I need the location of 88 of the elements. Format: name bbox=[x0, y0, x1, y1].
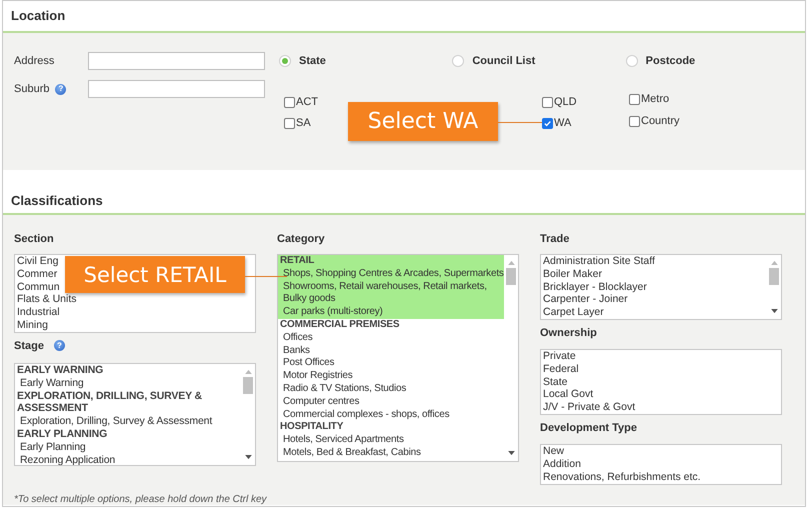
checkbox-label: ACT bbox=[296, 96, 318, 108]
list-option[interactable]: Federal bbox=[541, 362, 781, 376]
callout-label: Select RETAIL bbox=[65, 256, 245, 293]
leader-line bbox=[245, 276, 287, 277]
list-option[interactable]: EXPLORATION, DRILLING, SURVEY & ASSESSMENT bbox=[15, 390, 242, 416]
scrollbar-thumb[interactable] bbox=[769, 268, 779, 285]
list-option[interactable]: Motels, Bed & Breakfast, Cabins bbox=[278, 446, 505, 460]
radio-button[interactable] bbox=[279, 55, 291, 67]
list-option[interactable]: Civil Eng bbox=[15, 255, 58, 268]
list-option[interactable]: New bbox=[541, 445, 781, 458]
list-box[interactable] bbox=[277, 254, 519, 462]
list-option[interactable]: Banks bbox=[278, 344, 505, 358]
checkbox-label: SA bbox=[296, 117, 311, 129]
list-label: Trade bbox=[540, 233, 570, 245]
radio-button[interactable] bbox=[452, 55, 464, 67]
list-option[interactable]: Commercial complexes - shops, offices bbox=[278, 408, 505, 422]
list-option[interactable]: EARLY WARNING bbox=[15, 364, 242, 377]
field-label: Suburb bbox=[14, 83, 50, 95]
radio-label: State bbox=[299, 55, 326, 67]
list-box[interactable]: New Addition Renovations, Refurbishments etc. bbox=[540, 444, 782, 485]
list-option[interactable]: HOSPITALITY bbox=[278, 421, 505, 434]
radio-button[interactable] bbox=[626, 55, 638, 67]
list-option[interactable]: Renovations, Refurbishments etc. bbox=[541, 470, 781, 484]
list-option[interactable]: Car parks (multi-storey) bbox=[278, 306, 505, 319]
footnote: *To select multiple options, please hold down the Ctrl key bbox=[14, 494, 268, 505]
input-field[interactable] bbox=[88, 80, 265, 98]
list-option[interactable]: Computer centres bbox=[278, 396, 505, 409]
list-option[interactable]: Exploration, Drilling, Survey & Assessment bbox=[15, 415, 242, 428]
list-label: Category bbox=[277, 233, 325, 245]
field-label: Address bbox=[14, 55, 54, 67]
list-option[interactable]: Early Planning bbox=[15, 440, 242, 454]
checkbox-label: WA bbox=[554, 117, 572, 129]
callout-label: Select WA bbox=[348, 102, 498, 141]
list-option[interactable]: Industrial bbox=[15, 306, 60, 319]
list-box[interactable]: Administration Site Staff Boiler Maker Bricklayer - Blocklayer Carpenter - Joiner Carpet Layer bbox=[540, 254, 782, 320]
list-label: Section bbox=[14, 233, 54, 245]
list-option[interactable]: Boiler Maker bbox=[541, 268, 768, 281]
list-label: Ownership bbox=[540, 327, 597, 339]
list-option[interactable]: Shops, Shopping Centres & Arcades, Supermarkets bbox=[278, 268, 505, 281]
list-option[interactable]: Addition bbox=[541, 458, 781, 471]
scroll-down-icon[interactable] bbox=[508, 451, 514, 456]
list-option[interactable]: Motor Registries bbox=[278, 370, 505, 383]
list-option[interactable]: Showrooms, Retail warehouses, Retail markets, Bulky goods bbox=[278, 280, 505, 306]
list-label: Stage bbox=[14, 340, 44, 352]
list-option[interactable]: Offices bbox=[278, 332, 505, 345]
list-option[interactable]: Rezoning Application bbox=[15, 454, 242, 465]
checkbox[interactable] bbox=[284, 96, 295, 108]
scroll-up-icon[interactable] bbox=[770, 260, 778, 265]
list-option[interactable]: Private bbox=[541, 350, 781, 363]
list-option[interactable]: Flats & Units bbox=[15, 293, 77, 306]
list-option[interactable]: Administration Site Staff bbox=[541, 255, 768, 268]
scrollbar-thumb[interactable] bbox=[243, 377, 253, 394]
leader-line bbox=[498, 122, 542, 123]
list-option[interactable]: Post Offices bbox=[278, 357, 505, 370]
list-option[interactable]: Early Warning bbox=[15, 376, 242, 390]
checkbox-label: Metro bbox=[641, 93, 670, 105]
scroll-down-icon[interactable] bbox=[244, 455, 252, 460]
checkbox[interactable] bbox=[629, 94, 640, 104]
list-option[interactable]: COMMERCIAL PREMISES bbox=[278, 318, 505, 332]
checkbox[interactable] bbox=[542, 118, 553, 128]
checkbox[interactable] bbox=[629, 116, 640, 126]
scroll-up-icon[interactable] bbox=[244, 369, 252, 374]
checkbox[interactable] bbox=[284, 118, 295, 128]
checkbox-label: Country bbox=[641, 115, 680, 127]
checkbox-label: QLD bbox=[554, 96, 577, 108]
scrollbar-thumb[interactable] bbox=[506, 268, 516, 285]
list-box[interactable]: EARLY WARNING Early Warning EXPLORATION, DRILLING, SURVEY & ASSESSMENT Exploration, Drilling, Survey & Assessment EARLY PLANNING Early Planning Rezoning Application bbox=[14, 363, 256, 466]
checkbox[interactable] bbox=[542, 96, 553, 108]
list-option[interactable]: Carpenter - Joiner bbox=[541, 293, 768, 306]
list-option[interactable]: J/V - Private & Govt bbox=[541, 401, 781, 414]
list-option[interactable]: Mining bbox=[15, 318, 48, 332]
list-option[interactable]: State bbox=[541, 376, 781, 388]
radio-label: Postcode bbox=[646, 55, 696, 67]
list-option[interactable]: Commer bbox=[15, 268, 58, 281]
scroll-down-icon[interactable] bbox=[770, 309, 778, 314]
list-box[interactable]: Private Federal State Local Govt J/V - Private & Govt bbox=[540, 349, 782, 415]
list-option[interactable]: Bricklayer - Blocklayer bbox=[541, 280, 768, 294]
list-option[interactable]: EARLY PLANNING bbox=[15, 428, 242, 441]
list-option[interactable]: Commun bbox=[15, 280, 60, 294]
list-label: Development Type bbox=[540, 422, 637, 434]
list-option[interactable]: RETAIL bbox=[278, 255, 505, 268]
list-option[interactable]: Radio & TV Stations, Studios bbox=[278, 382, 505, 396]
input-field[interactable] bbox=[88, 52, 265, 70]
radio-label: Council List bbox=[472, 55, 536, 67]
list-option[interactable]: Carpet Layer bbox=[541, 306, 768, 319]
list-option[interactable]: Local Govt bbox=[541, 388, 781, 402]
list-option[interactable]: Hotels, Serviced Apartments bbox=[278, 434, 505, 447]
scroll-up-icon[interactable] bbox=[508, 260, 514, 265]
